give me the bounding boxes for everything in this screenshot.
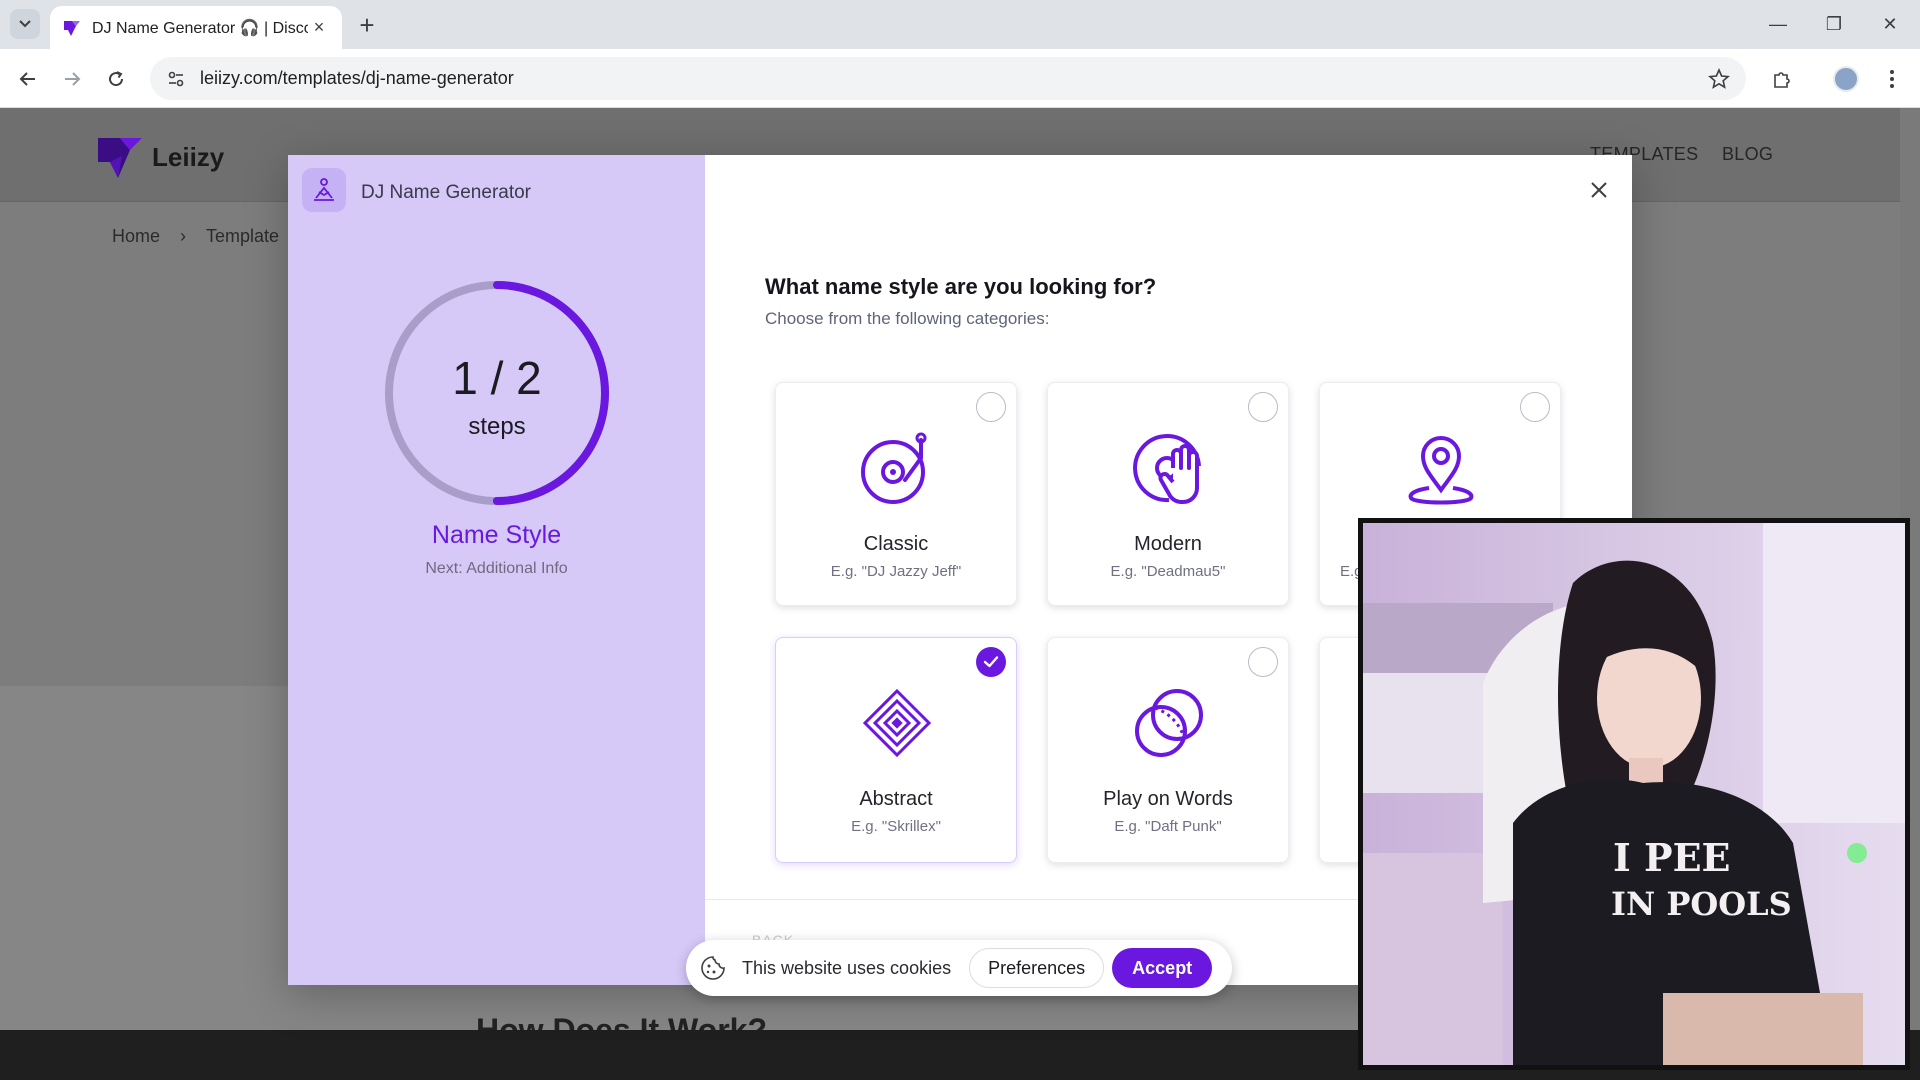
option-example: E.g. "Deadmau5" (1110, 563, 1226, 580)
cookie-accept-button[interactable]: Accept (1112, 948, 1213, 988)
reload-button[interactable] (100, 63, 132, 95)
profile-avatar (1833, 66, 1859, 92)
diamond-layers-icon (862, 688, 932, 758)
chevron-down-icon (19, 20, 31, 28)
location-pin-icon (1408, 436, 1474, 505)
option-example: E.g. "Daft Punk" (1114, 818, 1222, 835)
progress-panel: DJ Name Generator 1 / 2 steps Name Style… (288, 155, 705, 985)
tab-search-button[interactable] (10, 9, 40, 39)
option-radio[interactable] (1248, 647, 1278, 677)
profile-button[interactable] (1830, 63, 1862, 95)
option-name: Modern (1134, 533, 1202, 555)
leiizy-logo-icon (98, 138, 142, 178)
shirt-text-line1: I PEE (1613, 835, 1731, 880)
puzzle-icon (1774, 72, 1790, 88)
turntable-icon (861, 432, 927, 504)
site-settings-icon (168, 71, 184, 86)
current-stage-name: Name Style (431, 521, 562, 549)
option-example: E.g. "Skrillex" (851, 818, 941, 835)
question-subtitle: Choose from the following categories: (765, 309, 1050, 328)
bookmark-star-icon[interactable] (1708, 67, 1730, 90)
webcam-overlay: I PEE IN POOLS (1358, 518, 1910, 1070)
window-close-button[interactable]: ✕ (1862, 0, 1918, 49)
question-title: What name style are you looking for? (765, 274, 1157, 299)
generator-icon-badge (302, 168, 346, 212)
shirt-text-line2: IN POOLS (1611, 885, 1792, 923)
address-bar[interactable]: leiizy.com/templates/dj-name-generator (150, 57, 1746, 100)
option-radio[interactable] (1248, 392, 1278, 422)
option-card-abstract[interactable]: Abstract E.g. "Skrillex" (775, 637, 1017, 863)
option-name: Abstract (859, 788, 933, 810)
option-name: Play on Words (1103, 788, 1233, 810)
option-card-classic[interactable]: Classic E.g. "DJ Jazzy Jeff" (775, 382, 1017, 606)
tab-close-button[interactable]: × (308, 17, 330, 39)
breadcrumb-current[interactable]: Template (206, 226, 279, 247)
tab-title: DJ Name Generator 🎧 | Disco (92, 19, 308, 37)
option-example: E.g. "DJ Jazzy Jeff" (830, 563, 962, 580)
extensions-button[interactable] (1766, 63, 1798, 95)
meditation-person-icon (314, 178, 334, 201)
breadcrumb-home[interactable]: Home (112, 226, 160, 247)
forward-button[interactable] (56, 63, 88, 95)
leiizy-favicon-icon (64, 20, 80, 36)
option-radio-checked[interactable] (976, 647, 1006, 677)
option-name: Classic (863, 533, 929, 555)
arrow-left-icon (19, 72, 35, 86)
browser-tab-bar: DJ Name Generator 🎧 | Disco × + — ❐ ✕ (0, 0, 1920, 49)
overlapping-circles-icon (1135, 689, 1203, 757)
cookie-preferences-button[interactable]: Preferences (969, 948, 1105, 988)
more-vertical-icon (1890, 70, 1894, 88)
arrow-right-icon (65, 72, 81, 86)
webcam-feed-image: I PEE IN POOLS (1363, 523, 1905, 1065)
cookie-message: This website uses cookies (742, 957, 952, 978)
reload-icon (109, 71, 124, 87)
back-button[interactable] (12, 63, 44, 95)
browser-menu-button[interactable] (1876, 63, 1908, 95)
option-radio[interactable] (976, 392, 1006, 422)
cookie-consent-bar: This website uses cookies Preferences Ac… (686, 940, 1232, 996)
breadcrumb: Home › Template (112, 226, 279, 247)
logo-text: Leiizy (152, 141, 225, 172)
site-logo[interactable]: Leiizy (96, 134, 224, 180)
browser-tab-active[interactable]: DJ Name Generator 🎧 | Disco × (50, 6, 342, 49)
hand-vinyl-icon (1133, 434, 1201, 504)
close-icon (1591, 182, 1607, 198)
breadcrumb-separator: › (180, 226, 187, 246)
cookie-icon (701, 956, 725, 980)
browser-toolbar: leiizy.com/templates/dj-name-generator (0, 49, 1920, 108)
nav-blog-link[interactable]: BLOG (1722, 144, 1773, 165)
option-radio[interactable] (1520, 392, 1550, 422)
minimize-button[interactable]: — (1750, 0, 1806, 49)
progress-steps-label: steps (468, 413, 526, 440)
new-tab-button[interactable]: + (352, 10, 382, 40)
option-card-play-on-words[interactable]: Play on Words E.g. "Daft Punk" (1047, 637, 1289, 863)
option-card-modern[interactable]: Modern E.g. "Deadmau5" (1047, 382, 1289, 606)
checkmark-icon (983, 656, 999, 668)
url-text: leiizy.com/templates/dj-name-generator (200, 68, 514, 88)
modal-close-button[interactable] (1584, 175, 1614, 205)
restore-button[interactable]: ❐ (1806, 0, 1862, 49)
next-stage-label: Next: Additional Info (425, 560, 568, 577)
generator-title: DJ Name Generator (361, 182, 532, 203)
progress-step-count: 1 / 2 (452, 352, 542, 404)
